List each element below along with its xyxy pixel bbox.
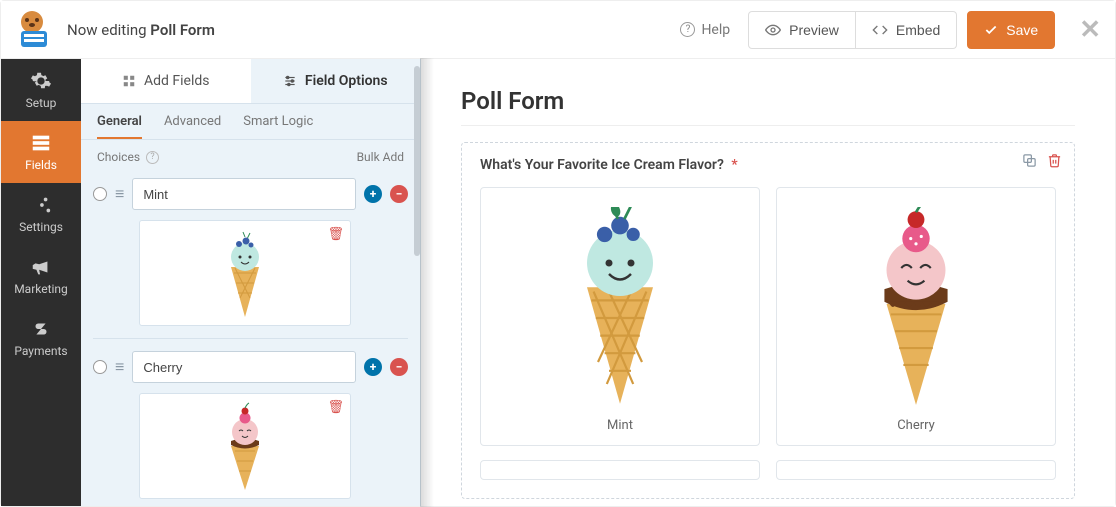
poll-option-mint[interactable]: Mint: [480, 187, 760, 446]
choices-label: Choices: [97, 150, 140, 164]
default-radio[interactable]: [93, 360, 107, 374]
poll-option-more[interactable]: [480, 460, 760, 480]
download-icon: [341, 151, 353, 163]
editing-prefix: Now editing: [67, 21, 150, 39]
drag-handle-icon[interactable]: ≡: [115, 357, 124, 377]
rail-settings[interactable]: Settings: [1, 183, 81, 245]
embed-button[interactable]: Embed: [856, 11, 957, 49]
left-rail: Setup Fields Settings Marketing Payments: [1, 59, 81, 506]
rail-setup[interactable]: Setup: [1, 59, 81, 121]
question-text: What's Your Favorite Ice Cream Flavor?: [480, 157, 724, 173]
trash-icon[interactable]: 🗑: [327, 227, 344, 242]
choice-row: ≡ + −: [93, 347, 408, 387]
rail-marketing-label: Marketing: [14, 282, 68, 296]
bullhorn-icon: [30, 256, 52, 278]
help-icon[interactable]: ?: [146, 151, 159, 164]
cherry-icon: [856, 202, 976, 412]
tab-field-options[interactable]: Field Options: [251, 59, 421, 103]
choice-input[interactable]: [132, 178, 356, 210]
field-options-panel: Add Fields Field Options General Advance…: [81, 59, 421, 506]
remove-choice-button[interactable]: −: [390, 358, 408, 376]
choice-image-box[interactable]: 🗑: [139, 393, 351, 499]
rail-payments[interactable]: Payments: [1, 307, 81, 369]
editing-label: Now editing Poll Form: [67, 21, 215, 39]
subtab-smart-logic[interactable]: Smart Logic: [243, 114, 313, 139]
remove-choice-button[interactable]: −: [390, 185, 408, 203]
poll-field[interactable]: What's Your Favorite Ice Cream Flavor? *: [461, 142, 1075, 499]
embed-label: Embed: [896, 22, 940, 38]
default-radio[interactable]: [93, 187, 107, 201]
preview-label: Preview: [789, 22, 839, 38]
mint-icon: [560, 202, 680, 412]
bulk-add-button[interactable]: Bulk Add: [341, 150, 404, 164]
poll-option-more[interactable]: [776, 460, 1056, 480]
scrollbar[interactable]: [414, 66, 420, 256]
divider-shadow: [420, 59, 434, 506]
form-preview: Poll Form What's Your Favorite Ice Cream…: [421, 59, 1115, 506]
rail-payments-label: Payments: [14, 344, 67, 358]
gear-icon: [30, 70, 52, 92]
choice-input[interactable]: [132, 351, 356, 383]
required-mark: *: [731, 157, 737, 173]
check-icon: [984, 23, 998, 37]
poll-option-cherry[interactable]: Cherry: [776, 187, 1056, 446]
code-icon: [872, 22, 888, 38]
sliders-icon: [283, 74, 297, 88]
help-link[interactable]: ? Help: [680, 22, 730, 38]
rail-fields[interactable]: Fields: [1, 121, 81, 183]
choice-image-box[interactable]: 🗑: [139, 220, 351, 326]
close-icon[interactable]: ✕: [1079, 15, 1101, 45]
trash-icon[interactable]: 🗑: [327, 400, 344, 415]
app-logo: [11, 9, 53, 51]
choice-row: ≡ + −: [93, 174, 408, 214]
save-label: Save: [1006, 22, 1038, 38]
rail-settings-label: Settings: [19, 220, 63, 234]
subtab-advanced[interactable]: Advanced: [164, 114, 221, 139]
rail-fields-label: Fields: [25, 158, 57, 172]
help-text: Help: [701, 22, 730, 38]
rail-setup-label: Setup: [26, 96, 57, 110]
subtab-general[interactable]: General: [97, 114, 142, 139]
bulk-add-label: Bulk Add: [357, 150, 404, 164]
preview-embed-group: Preview Embed: [748, 11, 957, 49]
eye-icon: [765, 22, 781, 38]
dollar-icon: [30, 318, 52, 340]
preview-title: Poll Form: [461, 87, 1075, 115]
sliders-icon: [30, 194, 52, 216]
help-icon: ?: [680, 22, 695, 37]
tab-field-options-label: Field Options: [305, 73, 388, 89]
grid-icon: [122, 74, 136, 88]
form-icon: [30, 132, 52, 154]
rail-marketing[interactable]: Marketing: [1, 245, 81, 307]
form-name: Poll Form: [150, 21, 215, 39]
add-choice-button[interactable]: +: [364, 358, 382, 376]
preview-button[interactable]: Preview: [748, 11, 856, 49]
cherry-image: [220, 401, 270, 491]
option-label: Mint: [607, 418, 633, 433]
delete-icon[interactable]: [1047, 153, 1062, 172]
tab-add-fields-label: Add Fields: [144, 73, 210, 89]
tab-add-fields[interactable]: Add Fields: [81, 59, 251, 103]
save-button[interactable]: Save: [967, 11, 1055, 49]
duplicate-icon[interactable]: [1022, 153, 1037, 172]
mint-image: [220, 228, 270, 318]
option-label: Cherry: [897, 418, 935, 433]
topbar: Now editing Poll Form ? Help Preview Emb…: [1, 1, 1115, 59]
add-choice-button[interactable]: +: [364, 185, 382, 203]
drag-handle-icon[interactable]: ≡: [115, 184, 124, 204]
